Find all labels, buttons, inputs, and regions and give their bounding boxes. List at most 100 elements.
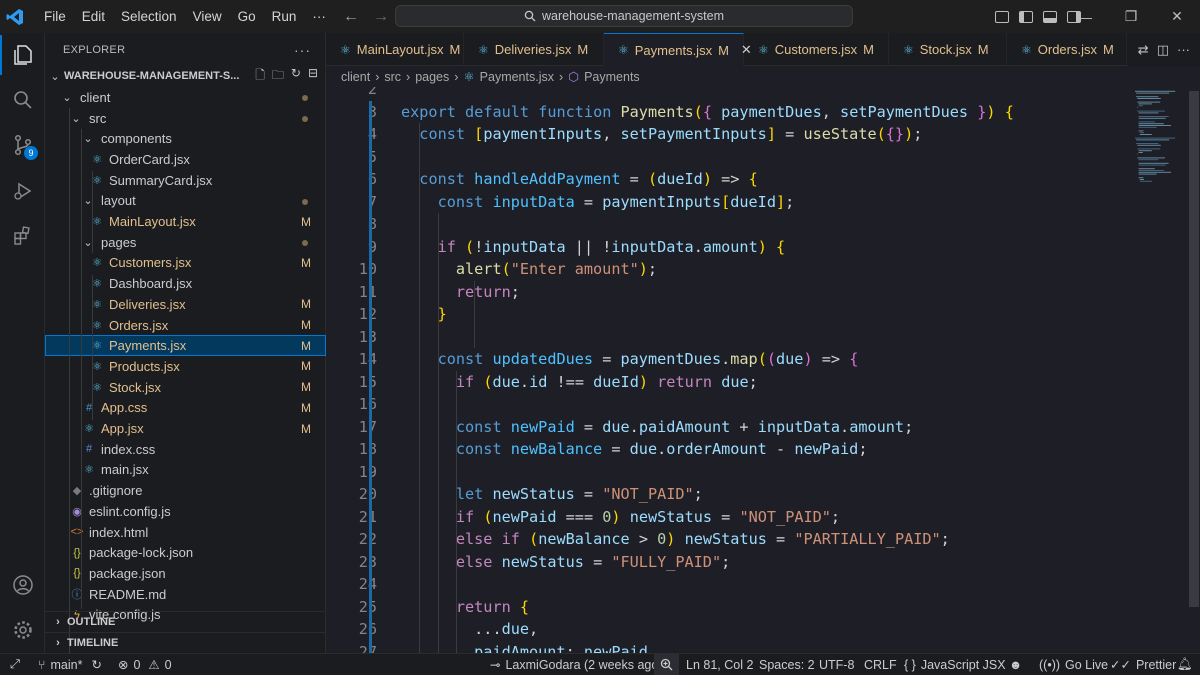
- remote-indicator[interactable]: ⤢: [0, 657, 30, 672]
- code-line[interactable]: 23 else newStatus = "FULLY_PAID";: [326, 551, 1126, 574]
- code-line[interactable]: 19: [326, 461, 1126, 484]
- code-line[interactable]: 27 paidAmount: newPaid,: [326, 641, 1126, 654]
- menu-item[interactable]: Go: [230, 0, 264, 33]
- split-editor-icon[interactable]: ◫: [1157, 42, 1169, 58]
- file-app-css[interactable]: # App.css M: [45, 398, 326, 419]
- folder-src[interactable]: ⌄ src: [45, 108, 326, 129]
- code-line[interactable]: 15 if (due.id !== dueId) return due;: [326, 371, 1126, 394]
- breadcrumb-item[interactable]: client: [341, 70, 370, 84]
- file-index-css[interactable]: # index.css: [45, 439, 326, 460]
- tab-stock[interactable]: ⚛ Stock.jsx M: [889, 33, 1007, 66]
- code-line[interactable]: 9 if (!inputData || !inputData.amount) {: [326, 236, 1126, 259]
- file-deliveries-jsx[interactable]: ⚛ Deliveries.jsx M: [45, 294, 326, 315]
- source-control-icon[interactable]: 9: [0, 125, 45, 165]
- minimize-icon[interactable]: —: [1062, 9, 1108, 25]
- menu-item[interactable]: File: [36, 0, 74, 33]
- zoom-indicator[interactable]: [654, 653, 679, 675]
- code-line[interactable]: 5: [326, 146, 1126, 169]
- prettier-button[interactable]: ✓✓ Prettier: [1110, 657, 1176, 673]
- code-line[interactable]: 24: [326, 573, 1126, 596]
- file-payments-jsx[interactable]: ⚛ Payments.jsx M: [45, 335, 326, 357]
- file-ordercard-jsx[interactable]: ⚛ OrderCard.jsx: [45, 149, 326, 170]
- scrollbar-thumb[interactable]: [1189, 91, 1199, 607]
- menu-item[interactable]: Edit: [74, 0, 113, 33]
- outline-section[interactable]: › OUTLINE: [45, 611, 326, 632]
- file--gitignore[interactable]: ◆ .gitignore: [45, 480, 326, 501]
- code-line[interactable]: 22 else if (newBalance > 0) newStatus = …: [326, 528, 1126, 551]
- branch-indicator[interactable]: ⑂ main* ↻: [38, 657, 102, 673]
- file-products-jsx[interactable]: ⚛ Products.jsx M: [45, 356, 326, 377]
- tab-mainlayout[interactable]: ⚛ MainLayout.jsx M: [326, 33, 464, 66]
- problems-indicator[interactable]: ⊗ 0 ⚠ 0: [118, 657, 172, 673]
- extensions-icon[interactable]: [0, 216, 45, 256]
- copilot-icon[interactable]: ☻: [1009, 658, 1022, 672]
- timeline-section[interactable]: › TIMELINE: [45, 632, 326, 653]
- tab-orders[interactable]: ⚛ Orders.jsx M: [1007, 33, 1127, 66]
- collapse-all-icon[interactable]: ⊟: [308, 66, 318, 87]
- tab-customers[interactable]: ⚛ Customers.jsx M: [744, 33, 889, 66]
- file-readme-md[interactable]: ⓘ README.md: [45, 584, 326, 605]
- folder-pages[interactable]: ⌄ pages: [45, 232, 326, 253]
- refresh-icon[interactable]: ↻: [291, 66, 301, 87]
- code-line[interactable]: 18 const newBalance = due.orderAmount - …: [326, 438, 1126, 461]
- file-package-lock-json[interactable]: {} package-lock.json: [45, 542, 326, 563]
- line-ending[interactable]: CRLF: [864, 658, 897, 672]
- indentation[interactable]: Spaces: 2: [759, 658, 815, 672]
- tab-payments[interactable]: ⚛ Payments.jsx M ✕: [604, 33, 752, 66]
- code-line[interactable]: 3 export default function Payments({ paym…: [326, 101, 1126, 124]
- file-customers-jsx[interactable]: ⚛ Customers.jsx M: [45, 253, 326, 274]
- code-line[interactable]: 25 return {: [326, 596, 1126, 619]
- code-line[interactable]: 11 return;: [326, 281, 1126, 304]
- code-line[interactable]: 16: [326, 393, 1126, 416]
- breadcrumb-item[interactable]: pages: [415, 70, 449, 84]
- menu-item[interactable]: Run: [264, 0, 305, 33]
- folder-layout[interactable]: ⌄ layout: [45, 191, 326, 212]
- file-orders-jsx[interactable]: ⚛ Orders.jsx M: [45, 315, 326, 336]
- toggle-panel-icon[interactable]: [1043, 10, 1057, 23]
- code-line[interactable]: 13: [326, 326, 1126, 349]
- close-icon[interactable]: ✕: [1154, 8, 1200, 25]
- code-line[interactable]: 10 alert("Enter amount");: [326, 258, 1126, 281]
- breadcrumb-item[interactable]: src: [384, 70, 401, 84]
- settings-gear-icon[interactable]: [0, 610, 45, 650]
- command-center-search[interactable]: warehouse-management-system: [395, 5, 853, 27]
- code-line[interactable]: 26 ...due,: [326, 618, 1126, 641]
- code-line[interactable]: 6 const handleAddPayment = (dueId) => {: [326, 168, 1126, 191]
- code-line[interactable]: 17 const newPaid = due.paidAmount + inpu…: [326, 416, 1126, 439]
- back-arrow-icon[interactable]: ←: [343, 8, 359, 26]
- code-line[interactable]: 12 }: [326, 303, 1126, 326]
- go-live-button[interactable]: ((•)) Go Live: [1039, 658, 1108, 672]
- file-index-html[interactable]: <> index.html: [45, 522, 326, 543]
- file-mainlayout-jsx[interactable]: ⚛ MainLayout.jsx M: [45, 211, 326, 232]
- accounts-icon[interactable]: [0, 565, 45, 605]
- code-line[interactable]: 7 const inputData = paymentInputs[dueId]…: [326, 191, 1126, 214]
- code-line[interactable]: 8: [326, 213, 1126, 236]
- language-mode[interactable]: { } JavaScript JSX: [904, 658, 1006, 672]
- new-file-icon[interactable]: 🗋: [255, 66, 265, 87]
- git-blame[interactable]: ⊸ LaxmiGodara (2 weeks ago): [490, 657, 663, 673]
- code-line[interactable]: 4 const [paymentInputs, setPaymentInputs…: [326, 123, 1126, 146]
- code-line[interactable]: 2: [326, 87, 1126, 101]
- folder-components[interactable]: ⌄ components: [45, 128, 326, 149]
- menu-item[interactable]: ···: [304, 0, 334, 33]
- file-app-jsx[interactable]: ⚛ App.jsx M: [45, 418, 326, 439]
- folder-client[interactable]: ⌄ client: [45, 87, 326, 108]
- notifications-bell-icon[interactable]: 🔔︎: [1177, 657, 1193, 672]
- restore-icon[interactable]: ❐: [1108, 8, 1154, 25]
- compare-changes-icon[interactable]: ⇄: [1138, 42, 1149, 58]
- code-line[interactable]: 21 if (newPaid === 0) newStatus = "NOT_P…: [326, 506, 1126, 529]
- menu-item[interactable]: View: [185, 0, 230, 33]
- new-folder-icon[interactable]: 🗀: [272, 66, 284, 87]
- cursor-position[interactable]: Ln 81, Col 2: [686, 658, 753, 672]
- file-dashboard-jsx[interactable]: ⚛ Dashboard.jsx: [45, 273, 326, 294]
- minimap[interactable]: [1133, 87, 1185, 187]
- explorer-icon[interactable]: [0, 35, 45, 75]
- more-actions-icon[interactable]: ···: [294, 42, 311, 58]
- menu-item[interactable]: Selection: [113, 0, 185, 33]
- customize-layout-icon[interactable]: [995, 10, 1009, 23]
- file-main-jsx[interactable]: ⚛ main.jsx: [45, 460, 326, 481]
- file-summarycard-jsx[interactable]: ⚛ SummaryCard.jsx: [45, 170, 326, 191]
- code-line[interactable]: 20 let newStatus = "NOT_PAID";: [326, 483, 1126, 506]
- editor-scrollbar[interactable]: [1187, 87, 1200, 653]
- code-line[interactable]: 14 const updatedDues = paymentDues.map((…: [326, 348, 1126, 371]
